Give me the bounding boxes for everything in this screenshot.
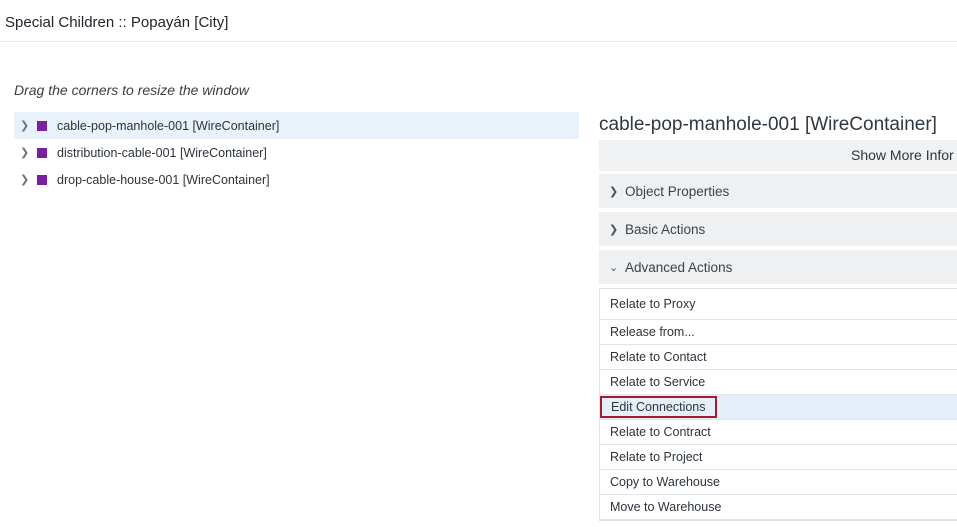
action-label: Relate to Contract xyxy=(610,425,711,439)
action-relate-to-proxy[interactable]: Relate to Proxy xyxy=(600,289,957,320)
tree-item-label: drop-cable-house-001 [WireContainer] xyxy=(57,172,270,187)
chevron-down-icon: ⌄ xyxy=(609,261,619,274)
chevron-right-icon[interactable]: ❯ xyxy=(14,173,34,186)
action-label: Edit Connections xyxy=(600,396,717,418)
section-basic-actions[interactable]: ❯ Basic Actions xyxy=(599,212,957,247)
action-relate-to-service[interactable]: Relate to Service xyxy=(600,370,957,395)
chevron-right-icon: ❯ xyxy=(609,223,619,236)
tree-item-label: distribution-cable-001 [WireContainer] xyxy=(57,145,267,160)
action-release-from[interactable]: Release from... xyxy=(600,320,957,345)
tree-item[interactable]: ❯ distribution-cable-001 [WireContainer] xyxy=(14,139,579,166)
action-move-to-warehouse[interactable]: Move to Warehouse xyxy=(600,495,957,520)
tree-item[interactable]: ❯ drop-cable-house-001 [WireContainer] xyxy=(14,166,579,193)
detail-title: cable-pop-manhole-001 [WireContainer] xyxy=(599,114,937,135)
action-label: Release from... xyxy=(610,325,695,339)
class-color-icon xyxy=(37,174,47,185)
action-relate-to-contract[interactable]: Relate to Contract xyxy=(600,420,957,445)
section-advanced-actions[interactable]: ⌄ Advanced Actions xyxy=(599,250,957,285)
tree-item[interactable]: ❯ cable-pop-manhole-001 [WireContainer] xyxy=(14,112,579,139)
section-label: Basic Actions xyxy=(625,221,706,237)
action-label: Relate to Proxy xyxy=(610,297,696,311)
show-more-info-button[interactable]: Show More Infor xyxy=(599,140,957,171)
section-label: Object Properties xyxy=(625,183,730,199)
action-copy-to-warehouse[interactable]: Copy to Warehouse xyxy=(600,470,957,495)
action-relate-to-project[interactable]: Relate to Project xyxy=(600,445,957,470)
detail-panel: cable-pop-manhole-001 [WireContainer] Sh… xyxy=(599,112,957,521)
action-relate-to-contact[interactable]: Relate to Contact xyxy=(600,345,957,370)
chevron-right-icon: ❯ xyxy=(609,185,619,198)
action-label: Relate to Service xyxy=(610,375,706,389)
window-title: Special Children :: Popayán [City] xyxy=(5,14,229,31)
window-header: Special Children :: Popayán [City] xyxy=(0,0,957,42)
chevron-right-icon[interactable]: ❯ xyxy=(14,146,34,159)
resize-hint: Drag the corners to resize the window xyxy=(14,82,249,98)
action-label: Move to Warehouse xyxy=(610,500,722,514)
section-object-properties[interactable]: ❯ Object Properties xyxy=(599,174,957,209)
action-label: Copy to Warehouse xyxy=(610,475,721,489)
action-edit-connections[interactable]: Edit Connections xyxy=(600,395,957,420)
action-label: Relate to Contact xyxy=(610,350,707,364)
show-more-info-label: Show More Infor xyxy=(851,147,954,163)
tree-item-label: cable-pop-manhole-001 [WireContainer] xyxy=(57,118,280,133)
class-color-icon xyxy=(37,120,47,131)
advanced-actions-list: Relate to Proxy Release from... Relate t… xyxy=(599,288,957,521)
object-tree: ❯ cable-pop-manhole-001 [WireContainer] … xyxy=(14,112,579,193)
class-color-icon xyxy=(37,147,47,158)
section-label: Advanced Actions xyxy=(625,259,733,275)
action-label: Relate to Project xyxy=(610,450,703,464)
chevron-right-icon[interactable]: ❯ xyxy=(14,119,34,132)
